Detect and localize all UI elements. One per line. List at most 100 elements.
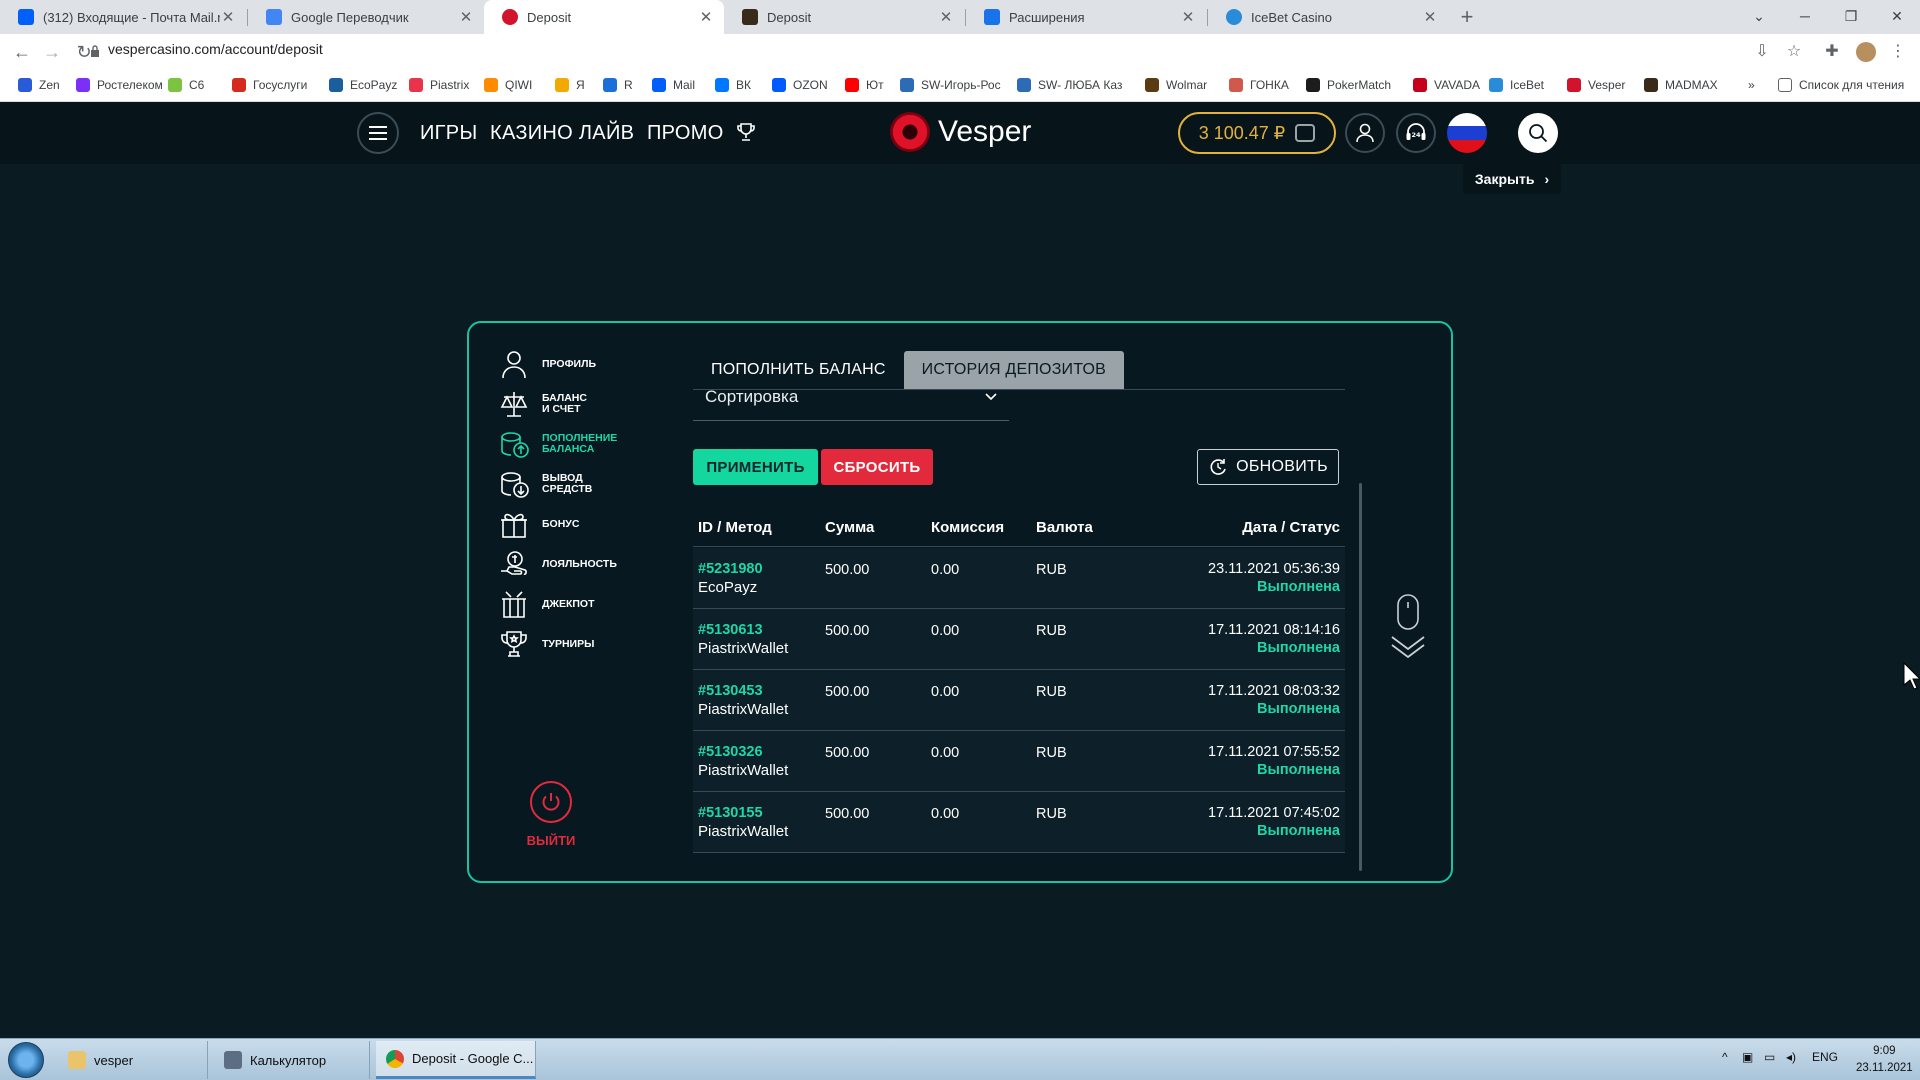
language-flag-ru[interactable]: [1447, 113, 1487, 153]
minimize-button[interactable]: ─: [1782, 0, 1828, 34]
forward-button[interactable]: →: [40, 40, 64, 64]
account-button[interactable]: [1345, 113, 1385, 153]
close-icon[interactable]: ✕: [698, 8, 714, 26]
tray-clock[interactable]: 9:09 23.11.2021: [1856, 1043, 1913, 1077]
bookmark-item[interactable]: Zen: [18, 78, 60, 92]
bookmark-item[interactable]: C6: [168, 78, 204, 92]
new-tab-button[interactable]: +: [1454, 4, 1480, 30]
bookmark-item[interactable]: Wolmar: [1145, 78, 1207, 92]
sidebar-item-deposit-coins[interactable]: ПОПОЛНЕНИЕ БАЛАНСА: [499, 429, 617, 459]
star-icon[interactable]: ☆: [1784, 42, 1804, 62]
close-icon[interactable]: ✕: [220, 8, 236, 26]
menu-burger-button[interactable]: [357, 112, 399, 154]
bookmark-item[interactable]: SW-Игорь-Рос: [900, 78, 1001, 92]
close-window-button[interactable]: ✕: [1874, 0, 1920, 34]
bookmark-item[interactable]: ГОНКА: [1229, 78, 1289, 92]
support-24-icon: 24: [1406, 123, 1426, 140]
tab-deposit-history[interactable]: ИСТОРИЯ ДЕПОЗИТОВ: [903, 351, 1125, 389]
deposit-id-link[interactable]: #5130326: [698, 744, 763, 760]
bookmark-item[interactable]: EcoPayz: [329, 78, 397, 92]
bookmark-item[interactable]: Vesper: [1567, 78, 1625, 92]
bookmark-item[interactable]: IceBet: [1489, 78, 1544, 92]
restore-button[interactable]: ❐: [1828, 0, 1874, 34]
bookmarks-more-button[interactable]: »: [1748, 78, 1755, 92]
refresh-button[interactable]: ОБНОВИТЬ: [1197, 449, 1339, 485]
install-icon[interactable]: ⇩: [1752, 42, 1772, 62]
tray-monitor-icon[interactable]: ▭: [1764, 1050, 1775, 1064]
sidebar-label-line: ЛОЯЛЬНОСТЬ: [542, 557, 617, 570]
apply-button[interactable]: ПРИМЕНИТЬ: [693, 449, 818, 485]
close-icon[interactable]: ✕: [1180, 8, 1196, 26]
search-button[interactable]: [1518, 113, 1558, 153]
tray-volume-icon[interactable]: ◂): [1786, 1050, 1796, 1064]
reading-list-button[interactable]: Список для чтения: [1778, 78, 1904, 92]
url-field[interactable]: vespercasino.com/account/deposit: [108, 41, 323, 57]
sidebar-item-label: ВЫВОД СРЕДСТВ: [542, 473, 592, 495]
browser-tab-deposit-active[interactable]: Deposit ✕: [484, 0, 724, 34]
scrollbar[interactable]: [1359, 483, 1362, 871]
deposit-id-link[interactable]: #5231980: [698, 561, 763, 577]
bookmark-item[interactable]: PokerMatch: [1306, 78, 1391, 92]
bookmark-item[interactable]: OZON: [772, 78, 828, 92]
nav-promo[interactable]: ПРОМО: [647, 122, 724, 145]
sidebar-item-withdraw-coins[interactable]: ВЫВОД СРЕДСТВ: [499, 469, 592, 499]
browser-tab-translate[interactable]: Google Переводчик ✕: [248, 0, 484, 34]
sidebar-item-trophy[interactable]: ТУРНИРЫ: [499, 629, 594, 659]
tray-expand-icon[interactable]: ^: [1722, 1050, 1728, 1064]
tab-search-button[interactable]: ⌄: [1736, 0, 1782, 34]
sidebar-item-scales[interactable]: БАЛАНС И СЧЕТ: [499, 389, 587, 419]
menu-dots-icon[interactable]: ⋮: [1888, 42, 1908, 62]
bookmark-item[interactable]: Я: [555, 78, 585, 92]
bookmark-item[interactable]: MADMAX: [1644, 78, 1718, 92]
taskbar-item-calculator[interactable]: Калькулятор: [214, 1041, 370, 1079]
tab-deposit-balance[interactable]: ПОПОЛНИТЬ БАЛАНС: [693, 351, 904, 389]
nav-live-casino[interactable]: КАЗИНО ЛАЙВ: [490, 122, 634, 145]
bookmark-item[interactable]: VAVADA: [1413, 78, 1480, 92]
close-tooltip-button[interactable]: Закрыть ›: [1463, 164, 1561, 194]
bookmark-item[interactable]: Госуслуги: [232, 78, 307, 92]
tray-language[interactable]: ENG: [1812, 1050, 1838, 1064]
back-button[interactable]: ←: [10, 40, 34, 64]
sort-select[interactable]: Сортировка: [693, 387, 1009, 421]
browser-tab-extensions[interactable]: Расширения ✕: [966, 0, 1206, 34]
deposit-id-link[interactable]: #5130453: [698, 683, 763, 699]
sidebar-item-user[interactable]: ПРОФИЛЬ: [499, 349, 596, 379]
profile-avatar[interactable]: [1856, 42, 1876, 62]
bookmark-item[interactable]: Ют: [845, 78, 884, 92]
vesper-logo[interactable]: Vesper: [890, 112, 1031, 152]
browser-tab-deposit[interactable]: Deposit ✕: [724, 0, 964, 34]
bookmark-item[interactable]: ВК: [715, 78, 751, 92]
sidebar-item-jackpot[interactable]: ДЖЕКПОТ: [499, 589, 595, 619]
browser-tab-mail[interactable]: (312) Входящие - Почта Mail.ru ✕: [0, 0, 246, 34]
bookmark-item[interactable]: SW- ЛЮБА Каз: [1017, 78, 1122, 92]
bookmark-item[interactable]: R: [603, 78, 633, 92]
nav-games[interactable]: ИГРЫ: [420, 122, 477, 145]
taskbar-item-vesper[interactable]: vesper: [58, 1041, 208, 1079]
table-header: ID / Метод Сумма Комиссия Валюта Дата / …: [693, 511, 1345, 547]
extensions-icon[interactable]: ✚: [1822, 42, 1842, 62]
logout-button[interactable]: ВЫЙТИ: [527, 781, 575, 848]
browser-tab-icebet[interactable]: IceBet Casino ✕: [1208, 0, 1448, 34]
tab-title: Google Переводчик: [291, 9, 409, 25]
bookmark-item[interactable]: QIWI: [484, 78, 532, 92]
deposit-id-link[interactable]: #5130613: [698, 622, 763, 638]
close-icon[interactable]: ✕: [938, 8, 954, 26]
bookmark-item[interactable]: Piastrix: [409, 78, 469, 92]
taskbar-item-chrome[interactable]: Deposit - Google C...: [376, 1041, 536, 1079]
balance-button[interactable]: 3 100.47 ₽: [1178, 112, 1336, 154]
bookmark-item[interactable]: Mail: [652, 78, 695, 92]
support-button[interactable]: 24: [1396, 113, 1436, 153]
reset-button[interactable]: СБРОСИТЬ: [821, 449, 933, 485]
bookmark-label: QIWI: [505, 78, 533, 92]
close-icon[interactable]: ✕: [458, 8, 474, 26]
table-row: #5130155 PiastrixWallet 500.00 0.00 RUB 17.11…: [693, 792, 1345, 853]
trophy-icon[interactable]: [737, 122, 755, 142]
sidebar-item-gift[interactable]: БОНУС: [499, 509, 579, 539]
sidebar-item-loyalty[interactable]: ЛОЯЛЬНОСТЬ: [499, 549, 617, 579]
close-icon[interactable]: ✕: [1422, 8, 1438, 26]
scales-icon: [500, 392, 528, 417]
bookmark-item[interactable]: Ростелеком: [76, 78, 163, 92]
start-button[interactable]: [8, 1042, 44, 1078]
deposit-id-link[interactable]: #5130155: [698, 805, 763, 821]
tray-network-icon[interactable]: ▣: [1742, 1050, 1753, 1064]
